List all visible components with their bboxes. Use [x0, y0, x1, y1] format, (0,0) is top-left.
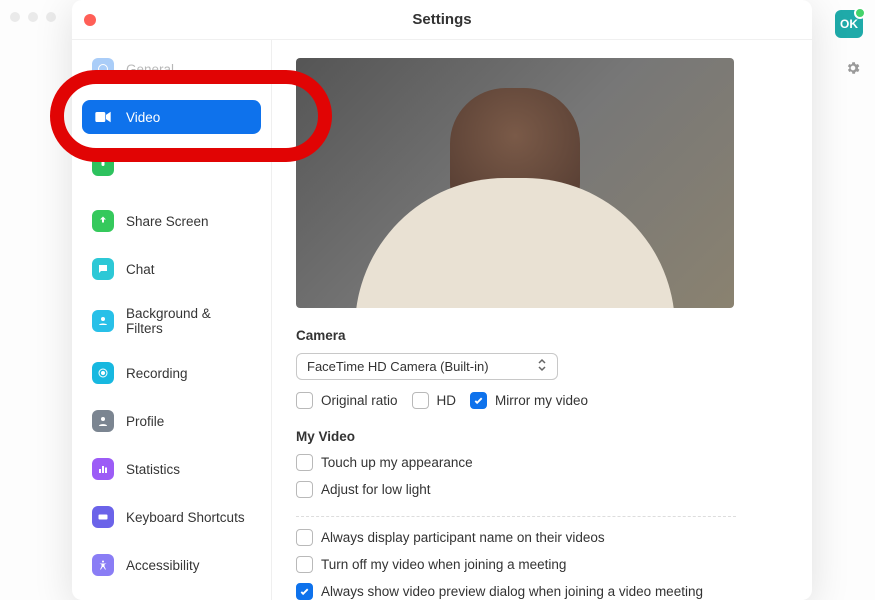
sidebar-item-video[interactable]: Video: [82, 100, 261, 134]
keyboard-icon: [92, 506, 114, 528]
sidebar-item-label: Profile: [126, 414, 164, 429]
checkbox-label: Turn off my video when joining a meeting: [321, 557, 566, 572]
sidebar-item-background-filters[interactable]: Background & Filters: [82, 300, 261, 342]
video-settings-content: Camera FaceTime HD Camera (Built-in) Ori…: [272, 40, 812, 600]
checkbox-label: Touch up my appearance: [321, 455, 473, 470]
sidebar-item-label: General: [126, 62, 174, 77]
sidebar-item-label: Background & Filters: [126, 306, 251, 336]
background-filters-icon: [92, 310, 114, 332]
checkbox-label: HD: [437, 393, 457, 408]
general-icon: [92, 58, 114, 80]
panel-body: General Video Share Screen: [72, 40, 812, 600]
checkbox-box: [296, 583, 313, 600]
sidebar-item-label: Statistics: [126, 462, 180, 477]
always-preview-checkbox[interactable]: Always show video preview dialog when jo…: [296, 583, 703, 600]
checkbox-label: Adjust for low light: [321, 482, 431, 497]
touch-up-checkbox[interactable]: Touch up my appearance: [296, 454, 473, 471]
camera-preview: [296, 58, 734, 308]
checkbox-box: [296, 392, 313, 409]
sidebar-item-label: Accessibility: [126, 558, 200, 573]
chevron-up-down-icon: [537, 358, 547, 375]
video-icon: [92, 106, 114, 128]
profile-badge[interactable]: OK: [835, 10, 863, 38]
sidebar-item-profile[interactable]: Profile: [82, 404, 261, 438]
checkbox-label: Mirror my video: [495, 393, 588, 408]
sidebar-item-recording[interactable]: Recording: [82, 356, 261, 390]
settings-sidebar: General Video Share Screen: [72, 40, 272, 600]
checkbox-label: Always display participant name on their…: [321, 530, 605, 545]
sidebar-item-statistics[interactable]: Statistics: [82, 452, 261, 486]
always-display-name-checkbox[interactable]: Always display participant name on their…: [296, 529, 605, 546]
camera-section-label: Camera: [296, 328, 784, 343]
checkbox-box: [412, 392, 429, 409]
checkbox-box: [296, 481, 313, 498]
sidebar-item-label: Keyboard Shortcuts: [126, 510, 245, 525]
my-video-section-label: My Video: [296, 429, 784, 444]
panel-title: Settings: [412, 11, 471, 28]
checkbox-label: Always show video preview dialog when jo…: [321, 584, 703, 599]
sidebar-item-keyboard-shortcuts[interactable]: Keyboard Shortcuts: [82, 500, 261, 534]
sidebar-item-chat[interactable]: Chat: [82, 252, 261, 286]
profile-icon: [92, 410, 114, 432]
sidebar-item-share-screen[interactable]: Share Screen: [82, 204, 261, 238]
sidebar-item-label: Chat: [126, 262, 155, 277]
recording-icon: [92, 362, 114, 384]
sidebar-item-audio[interactable]: [82, 148, 261, 182]
low-light-checkbox[interactable]: Adjust for low light: [296, 481, 431, 498]
statistics-icon: [92, 458, 114, 480]
sidebar-item-label: Recording: [126, 366, 188, 381]
checkbox-box: [296, 454, 313, 471]
checkbox-box: [296, 529, 313, 546]
accessibility-icon: [92, 554, 114, 576]
panel-header: Settings: [72, 0, 812, 40]
original-ratio-checkbox[interactable]: Original ratio: [296, 392, 398, 409]
settings-panel: Settings General Video: [72, 0, 812, 600]
close-window-button[interactable]: [84, 14, 96, 26]
checkbox-box: [296, 556, 313, 573]
separator: [296, 516, 736, 517]
sidebar-item-label: Share Screen: [126, 214, 209, 229]
mirror-video-checkbox[interactable]: Mirror my video: [470, 392, 588, 409]
gear-icon[interactable]: [845, 60, 861, 81]
chat-icon: [92, 258, 114, 280]
camera-select-value: FaceTime HD Camera (Built-in): [307, 359, 489, 374]
background-traffic-lights: [10, 12, 56, 22]
checkbox-box: [470, 392, 487, 409]
camera-select[interactable]: FaceTime HD Camera (Built-in): [296, 353, 558, 380]
audio-icon: [92, 154, 114, 176]
sidebar-item-label: Video: [126, 110, 160, 125]
share-screen-icon: [92, 210, 114, 232]
sidebar-item-accessibility[interactable]: Accessibility: [82, 548, 261, 582]
hd-checkbox[interactable]: HD: [412, 392, 457, 409]
sidebar-item-general[interactable]: General: [82, 52, 261, 86]
checkbox-label: Original ratio: [321, 393, 398, 408]
turn-off-video-checkbox[interactable]: Turn off my video when joining a meeting: [296, 556, 566, 573]
